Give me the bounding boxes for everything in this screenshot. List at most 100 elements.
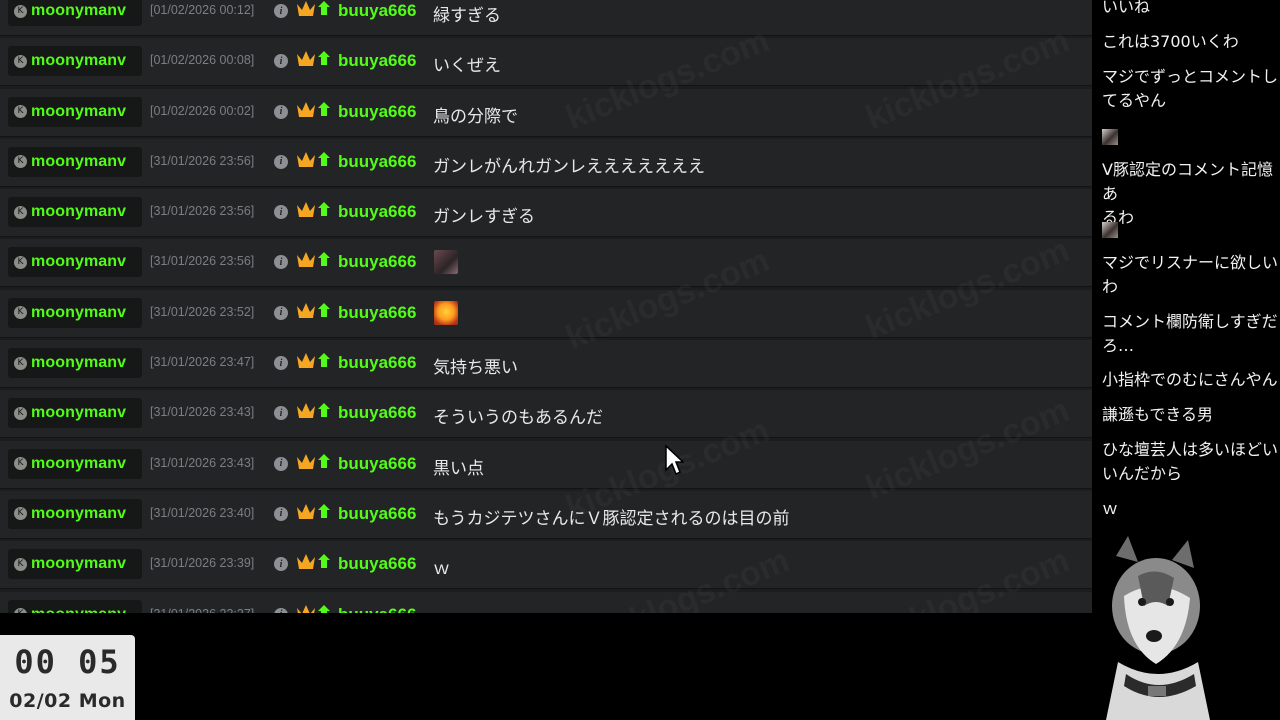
channel-badge[interactable]: Kmoonymanv [8,448,142,479]
info-icon[interactable]: i [274,406,288,421]
message-timestamp: [01/02/2026 00:08] [150,53,255,68]
message-timestamp: [31/01/2026 23:43] [150,405,255,420]
info-icon[interactable]: i [274,305,288,320]
channel-badge[interactable]: Kmoonymanv [8,599,142,613]
message-timestamp: [31/01/2026 23:39] [150,556,255,571]
chat-log-row: Kmoonymanv [31/01/2026 23:40] i buuya666 もうカ… [0,490,1092,539]
chat-log-list: Kmoonymanv [01/02/2026 00:12] i buuya666 緑すぎ… [0,0,1092,613]
info-icon[interactable]: i [274,557,288,572]
username[interactable]: buuya666 [338,454,416,474]
chat-log-row: Kmoonymanv [31/01/2026 23:39] i buuya666 ｗ [0,541,1092,590]
message-timestamp: [01/02/2026 00:02] [150,103,255,118]
side-chat-message: V豚認定のコメント記憶あ るわ [1102,160,1273,227]
clock-date: 02/02 Mon [9,690,126,712]
channel-name: moonymanv [31,253,127,271]
username[interactable]: buuya666 [338,303,416,323]
info-icon[interactable]: i [274,356,288,371]
kick-logo-icon: K [14,507,27,521]
kick-logo-icon: K [14,54,27,68]
side-chat-message: マジでリスナーに欲しい わ [1102,253,1279,296]
message-timestamp: [31/01/2026 23:56] [150,204,255,219]
side-chat-message: ｗ [1102,499,1119,518]
info-icon[interactable]: i [274,456,288,471]
message-timestamp: [31/01/2026 23:52] [150,304,255,319]
chat-log-row: Kmoonymanv [31/01/2026 23:37] i buuya666 ｗ [0,591,1092,613]
info-icon[interactable]: i [274,255,288,270]
message-timestamp: [31/01/2026 23:43] [150,455,255,470]
username[interactable]: buuya666 [338,403,416,423]
channel-badge[interactable]: Kmoonymanv [8,348,142,379]
subscriber-crown-icon [297,51,330,67]
message-text: 黒い点 [433,458,484,479]
channel-badge[interactable]: Kmoonymanv [8,146,142,177]
channel-badge[interactable]: Kmoonymanv [8,398,142,429]
chat-log-row: Kmoonymanv [31/01/2026 23:43] i buuya666 黒い点 [0,440,1092,489]
subscriber-crown-icon [297,503,330,519]
username[interactable]: buuya666 [338,605,416,613]
kick-logo-icon: K [14,557,27,571]
subscriber-crown-icon [297,202,330,218]
message-timestamp: [01/02/2026 00:12] [150,3,255,17]
subscriber-crown-icon [297,604,330,613]
side-chat-avatar [1102,129,1118,145]
channel-name: moonymanv [31,606,126,613]
username[interactable]: buuya666 [338,51,416,71]
username[interactable]: buuya666 [338,102,416,122]
message-text: そういうのもあるんだ [433,408,603,429]
message-text: ｗ [433,605,450,613]
channel-badge[interactable]: Kmoonymanv [8,0,142,26]
message-text: ガンレすぎる [433,207,535,228]
chat-log-row: Kmoonymanv [31/01/2026 23:56] i buuya666 ガンレ… [0,189,1092,238]
message-text: ガンレがんれガンレえええええええ [433,156,705,177]
subscriber-crown-icon [297,1,330,16]
username[interactable]: buuya666 [338,252,416,272]
channel-name: moonymanv [31,555,127,573]
info-icon[interactable]: i [274,506,288,521]
side-chat-message: いいね [1102,0,1151,16]
info-icon[interactable]: i [274,54,288,69]
username[interactable]: buuya666 [338,152,416,172]
kick-logo-icon: K [14,406,27,420]
channel-name: moonymanv [31,2,127,19]
channel-badge[interactable]: Kmoonymanv [8,247,142,278]
info-icon[interactable]: i [274,205,288,220]
channel-badge[interactable]: Kmoonymanv [8,197,142,228]
channel-name: moonymanv [31,102,127,120]
username[interactable]: buuya666 [338,353,416,373]
emote-image [434,300,458,325]
channel-badge[interactable]: Kmoonymanv [8,96,142,127]
channel-name: moonymanv [31,404,127,422]
subscriber-crown-icon [297,554,330,570]
channel-badge[interactable]: Kmoonymanv [8,46,142,77]
side-chat-message: ひな壇芸人は多いほどい いんだから [1102,440,1279,483]
subscriber-crown-icon [297,353,330,369]
info-icon[interactable]: i [274,607,288,613]
kick-logo-icon: K [14,255,27,269]
chat-log-row: Kmoonymanv [31/01/2026 23:52] i buuya666 [0,289,1092,338]
channel-badge[interactable]: Kmoonymanv [8,549,142,580]
subscriber-crown-icon [297,302,330,318]
message-timestamp: [31/01/2026 23:47] [150,355,255,370]
message-timestamp: [31/01/2026 23:56] [150,153,255,168]
mouse-cursor-icon [665,444,684,476]
info-icon[interactable]: i [274,4,288,18]
kick-logo-icon: K [14,205,27,219]
chat-log-row: Kmoonymanv [01/02/2026 00:12] i buuya666 緑すぎ… [0,0,1092,36]
subscriber-crown-icon [297,403,330,419]
info-icon[interactable]: i [274,154,288,169]
channel-name: moonymanv [31,303,127,321]
subscriber-crown-icon [297,453,330,469]
channel-name: moonymanv [31,504,127,522]
side-chat-message: これは3700いくわ [1102,32,1239,51]
message-timestamp: [31/01/2026 23:40] [150,505,255,520]
username[interactable]: buuya666 [338,554,416,574]
message-timestamp: [31/01/2026 23:56] [150,254,255,269]
username[interactable]: buuya666 [338,202,416,222]
channel-badge[interactable]: Kmoonymanv [8,297,142,328]
username[interactable]: buuya666 [338,1,416,21]
info-icon[interactable]: i [274,104,288,119]
kick-logo-icon: K [14,105,27,119]
channel-badge[interactable]: Kmoonymanv [8,498,142,529]
username[interactable]: buuya666 [338,504,416,524]
message-text: 鳥の分際で [433,106,518,127]
